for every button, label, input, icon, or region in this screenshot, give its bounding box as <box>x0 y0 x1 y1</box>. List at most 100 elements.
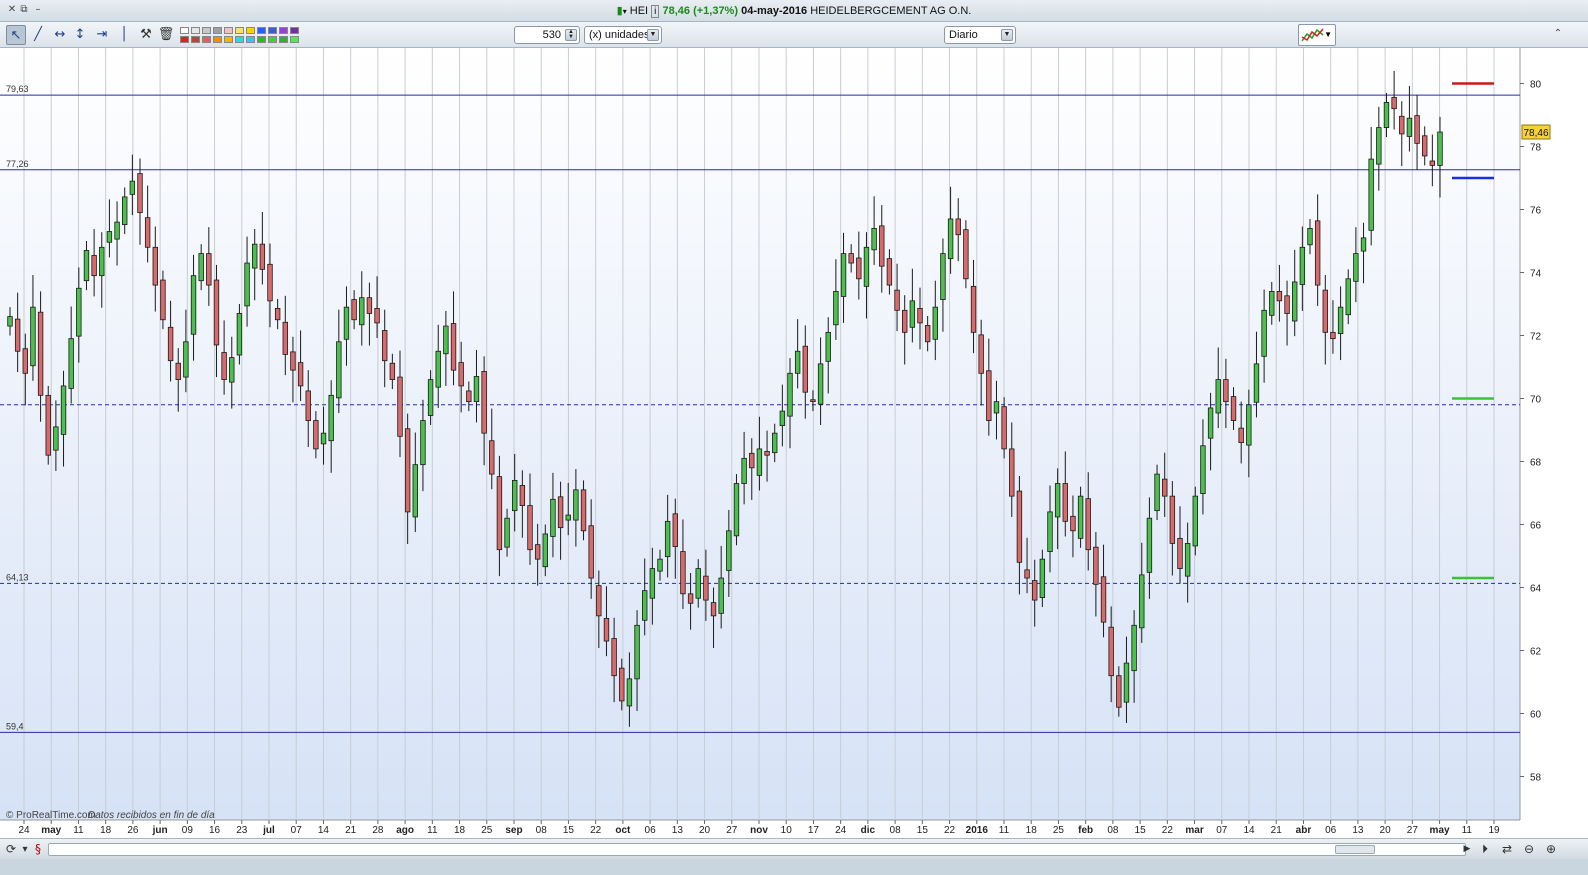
candle-body[interactable] <box>672 513 678 547</box>
candle-body[interactable] <box>1422 135 1428 157</box>
candle-body[interactable] <box>1299 246 1306 285</box>
color-swatch[interactable] <box>268 27 277 34</box>
candle-body[interactable] <box>496 476 503 551</box>
candle-body[interactable] <box>489 440 495 475</box>
candle-body[interactable] <box>787 372 793 417</box>
candle-body[interactable] <box>229 357 235 383</box>
candle-body[interactable] <box>106 231 113 243</box>
candle-body[interactable] <box>871 227 877 251</box>
candle-body[interactable] <box>76 287 82 337</box>
candle-body[interactable] <box>1116 675 1122 708</box>
candle-body[interactable] <box>1123 662 1130 703</box>
candle-body[interactable] <box>1314 220 1321 286</box>
candle-body[interactable] <box>1077 495 1084 539</box>
candle-body[interactable] <box>466 390 472 403</box>
candle-body[interactable] <box>259 243 266 270</box>
candle-body[interactable] <box>1207 407 1214 439</box>
candle-body[interactable] <box>83 250 90 282</box>
vertical-measure-icon[interactable]: ↕ <box>70 25 90 45</box>
candle-body[interactable] <box>550 498 556 537</box>
candle-body[interactable] <box>534 544 541 560</box>
color-swatch[interactable] <box>279 27 288 34</box>
candle-body[interactable] <box>1177 537 1183 569</box>
candle-body[interactable] <box>190 275 197 335</box>
horizontal-measure-icon[interactable]: ↔ <box>50 25 70 45</box>
candle-body[interactable] <box>450 323 457 371</box>
candle-body[interactable] <box>718 577 724 614</box>
candle-body[interactable] <box>580 489 587 532</box>
units-select[interactable]: (x) unidades ▼ <box>584 26 662 44</box>
price-chart[interactable]: 79,63 77,26 64,13 59,4 58 60 62 64 66 68 70 72 74 76… <box>0 48 1588 838</box>
chart-type-button[interactable]: ▼ <box>1298 24 1336 46</box>
color-swatch[interactable] <box>246 36 255 43</box>
candle-body[interactable] <box>1215 379 1221 414</box>
candle-body[interactable] <box>404 428 411 513</box>
candle-body[interactable] <box>236 313 243 356</box>
candle-body[interactable] <box>481 371 487 434</box>
candle-body[interactable] <box>267 263 273 302</box>
candle-body[interactable] <box>313 420 319 450</box>
candle-body[interactable] <box>565 514 571 521</box>
candle-body[interactable] <box>1154 473 1160 512</box>
candle-body[interactable] <box>902 309 908 333</box>
candle-body[interactable] <box>1391 96 1397 110</box>
color-swatch[interactable] <box>235 36 244 43</box>
candle-body[interactable] <box>328 394 334 442</box>
horizontal-line-icon[interactable]: ⇥ <box>92 25 112 45</box>
candle-body[interactable] <box>336 341 342 399</box>
chart-canvas[interactable]: 79,63 77,26 64,13 59,4 58 60 62 64 66 68 70 72 74 76… <box>0 48 1588 838</box>
candle-body[interactable] <box>458 362 464 387</box>
play-icon[interactable]: ⏵ <box>1476 842 1494 857</box>
candle-body[interactable] <box>848 253 854 264</box>
color-swatch[interactable] <box>279 36 288 43</box>
candle-body[interactable] <box>1353 253 1359 282</box>
candle-body[interactable] <box>802 345 808 393</box>
candle-body[interactable] <box>366 297 373 314</box>
candle-body[interactable] <box>397 376 403 437</box>
candle-body[interactable] <box>557 496 564 529</box>
candle-body[interactable] <box>1139 574 1145 629</box>
candle-body[interactable] <box>160 279 166 321</box>
candle-body[interactable] <box>412 464 418 518</box>
candle-body[interactable] <box>7 316 13 327</box>
candle-body[interactable] <box>1192 495 1198 547</box>
color-swatch[interactable] <box>257 27 266 34</box>
candle-body[interactable] <box>14 318 21 352</box>
candle-body[interactable] <box>1253 363 1260 403</box>
fx-icon[interactable]: § <box>32 842 44 857</box>
candle-body[interactable] <box>305 390 311 421</box>
candle-body[interactable] <box>274 308 281 321</box>
candle-body[interactable] <box>221 352 227 381</box>
candle-body[interactable] <box>1009 448 1015 497</box>
candle-body[interactable] <box>810 399 816 403</box>
candle-body[interactable] <box>1238 427 1244 443</box>
candle-body[interactable] <box>924 325 931 343</box>
candle-body[interactable] <box>473 376 480 403</box>
candle-body[interactable] <box>1383 102 1390 129</box>
candle-body[interactable] <box>504 517 510 548</box>
candle-body[interactable] <box>940 253 946 300</box>
candle-body[interactable] <box>1429 160 1436 166</box>
candle-body[interactable] <box>542 533 548 568</box>
candle-body[interactable] <box>1246 404 1252 446</box>
candle-body[interactable] <box>1276 290 1283 302</box>
candle-body[interactable] <box>45 394 51 456</box>
candle-body[interactable] <box>1001 406 1007 450</box>
candle-body[interactable] <box>840 253 847 297</box>
candle-body[interactable] <box>626 678 633 707</box>
candle-body[interactable] <box>435 350 441 388</box>
candle-body[interactable] <box>1070 515 1076 532</box>
color-swatch[interactable] <box>202 27 211 34</box>
candle-body[interactable] <box>863 246 870 287</box>
candle-body[interactable] <box>817 363 824 405</box>
candle-body[interactable] <box>1322 289 1328 333</box>
candle-body[interactable] <box>963 229 969 280</box>
candle-body[interactable] <box>932 306 938 340</box>
candle-body[interactable] <box>297 362 304 387</box>
candle-body[interactable] <box>213 279 220 346</box>
chevron-down-icon[interactable]: ▼ <box>1001 29 1013 41</box>
candle-body[interactable] <box>779 410 786 426</box>
candle-body[interactable] <box>53 426 59 451</box>
vertical-line-icon[interactable]: │ <box>114 25 134 45</box>
candle-body[interactable] <box>955 218 961 236</box>
